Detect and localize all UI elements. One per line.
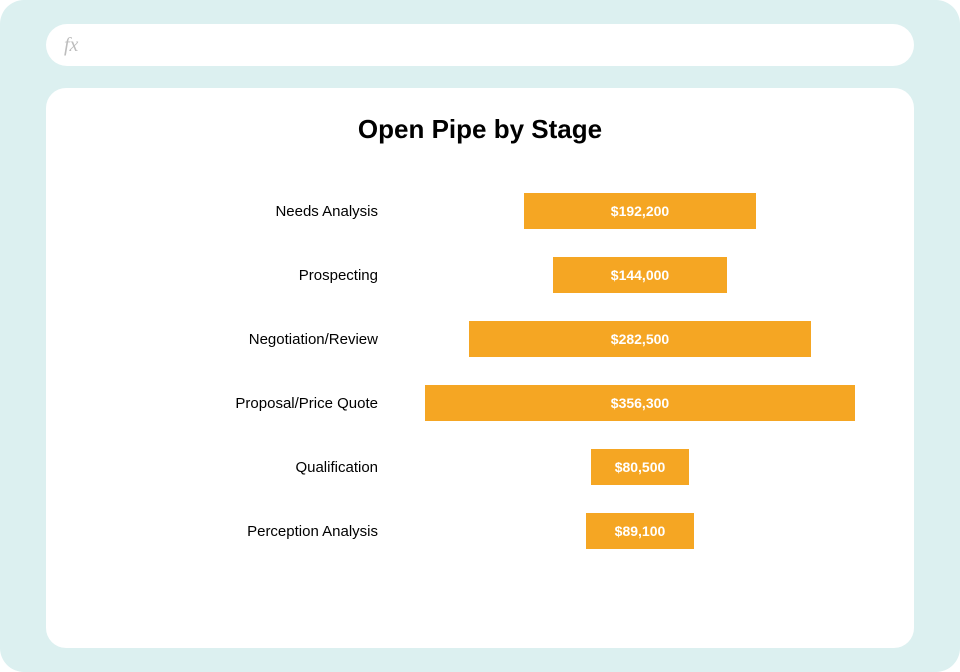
chart-row: Perception Analysis $89,100 [86, 513, 874, 549]
bar-area: $282,500 [406, 321, 874, 357]
bar: $80,500 [591, 449, 688, 485]
bar-area: $89,100 [406, 513, 874, 549]
chart-title: Open Pipe by Stage [86, 114, 874, 145]
bar-value: $89,100 [615, 523, 666, 539]
chart-body: Needs Analysis $192,200 Prospecting $144… [86, 187, 874, 614]
row-label: Needs Analysis [86, 203, 406, 220]
fx-icon: fx [64, 35, 78, 55]
bar-area: $80,500 [406, 449, 874, 485]
row-label: Qualification [86, 459, 406, 476]
row-label: Perception Analysis [86, 523, 406, 540]
row-label: Prospecting [86, 267, 406, 284]
app-panel: fx Open Pipe by Stage Needs Analysis $19… [0, 0, 960, 672]
formula-bar[interactable]: fx [46, 24, 914, 66]
chart-row: Negotiation/Review $282,500 [86, 321, 874, 357]
chart-card: Open Pipe by Stage Needs Analysis $192,2… [46, 88, 914, 648]
bar: $282,500 [469, 321, 810, 357]
formula-input[interactable] [88, 37, 896, 54]
bar-area: $144,000 [406, 257, 874, 293]
bar-value: $192,200 [611, 203, 669, 219]
chart-row: Prospecting $144,000 [86, 257, 874, 293]
row-label: Proposal/Price Quote [86, 395, 406, 412]
chart-row: Qualification $80,500 [86, 449, 874, 485]
chart-row: Needs Analysis $192,200 [86, 193, 874, 229]
bar-value: $80,500 [615, 459, 666, 475]
bar-value: $144,000 [611, 267, 669, 283]
bar-value: $282,500 [611, 331, 669, 347]
bar: $144,000 [553, 257, 727, 293]
bar-area: $356,300 [406, 385, 874, 421]
bar: $89,100 [586, 513, 694, 549]
bar: $356,300 [425, 385, 856, 421]
bar-area: $192,200 [406, 193, 874, 229]
bar-value: $356,300 [611, 395, 669, 411]
bar: $192,200 [524, 193, 756, 229]
chart-row: Proposal/Price Quote $356,300 [86, 385, 874, 421]
row-label: Negotiation/Review [86, 331, 406, 348]
